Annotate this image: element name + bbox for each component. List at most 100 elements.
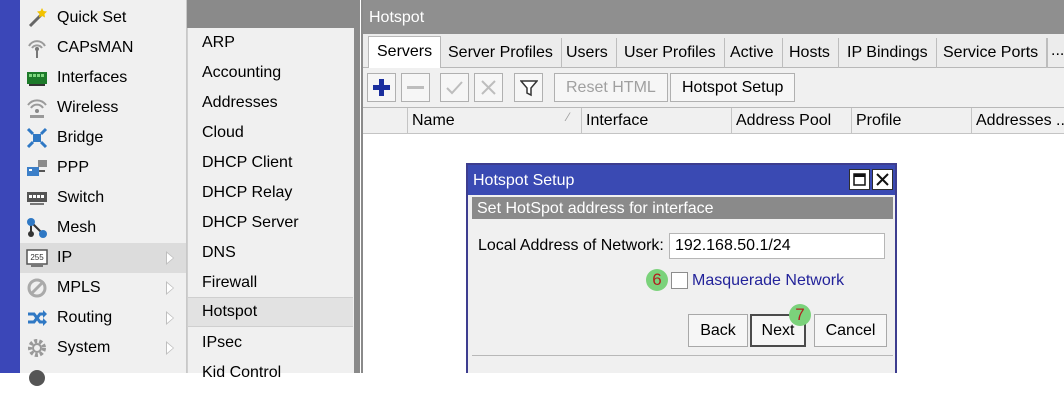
ip-icon: 255	[25, 246, 49, 270]
menu-item-system[interactable]: System	[20, 333, 186, 363]
main-menu: Quick Set CAPsMAN Interfaces Wireless Br…	[20, 0, 187, 386]
tab-users[interactable]: Users	[558, 38, 617, 68]
menu-item-routing[interactable]: Routing	[20, 303, 186, 333]
more-tabs-button[interactable]: ...	[1047, 38, 1064, 68]
column-header-interface[interactable]: Interface	[581, 108, 731, 133]
tab-hosts[interactable]: Hosts	[781, 38, 839, 68]
submenu-item-ipsec[interactable]: IPsec	[188, 328, 353, 358]
hotspot-setup-dialog: Hotspot Setup Set HotSpot address for in…	[466, 163, 897, 373]
magic-wand-icon	[25, 6, 49, 30]
bridge-icon	[25, 126, 49, 150]
menu-item-wireless[interactable]: Wireless	[20, 93, 186, 123]
tab-user-profiles[interactable]: User Profiles	[616, 38, 725, 68]
menu-label: Mesh	[57, 219, 97, 236]
left-strip	[0, 0, 20, 373]
submenu-item-addresses[interactable]: Addresses	[188, 88, 353, 118]
dialog-title[interactable]: Hotspot Setup	[468, 165, 895, 195]
menu-label: MPLS	[57, 279, 101, 296]
ip-submenu: ARP Accounting Addresses Cloud DHCP Clie…	[187, 28, 355, 381]
cancel-button[interactable]: Cancel	[814, 314, 887, 347]
submenu-item-kid-control[interactable]: Kid Control	[188, 358, 353, 388]
local-address-input[interactable]	[669, 233, 885, 259]
svg-text:255: 255	[30, 253, 44, 262]
column-header-addresses[interactable]: Addresses ...	[971, 108, 1064, 133]
table-header: Name ⁄ Interface Address Pool Profile Ad…	[363, 108, 1064, 134]
close-button[interactable]	[872, 169, 893, 190]
remove-button[interactable]	[401, 73, 430, 102]
mpls-icon	[25, 276, 49, 300]
column-header[interactable]	[363, 108, 407, 133]
column-header-profile[interactable]: Profile	[851, 108, 971, 133]
window-title[interactable]: Hotspot	[363, 0, 1064, 34]
menu-item-mpls[interactable]: MPLS	[20, 273, 186, 303]
wireless-icon	[25, 96, 49, 120]
network-card-icon	[25, 66, 49, 90]
masquerade-label[interactable]: Masquerade Network	[692, 272, 844, 290]
menu-label: System	[57, 339, 111, 356]
menu-item-mesh[interactable]: Mesh	[20, 213, 186, 243]
x-icon	[481, 80, 496, 95]
submenu-item-firewall[interactable]: Firewall	[188, 268, 353, 298]
menu-item-ip[interactable]: 255 IP	[20, 243, 186, 273]
submenu-item-accounting[interactable]: Accounting	[188, 58, 353, 88]
hotspot-setup-button[interactable]: Hotspot Setup	[670, 73, 796, 102]
submenu-item-arp[interactable]: ARP	[188, 28, 353, 58]
filter-icon	[519, 79, 538, 96]
menu-item-interfaces[interactable]: Interfaces	[20, 63, 186, 93]
close-icon	[876, 173, 889, 186]
switch-icon	[25, 186, 49, 210]
submenu-item-dhcp-server[interactable]: DHCP Server	[188, 208, 353, 238]
submenu-arrow-icon	[166, 281, 174, 295]
add-button[interactable]	[367, 73, 396, 102]
menu-item-switch[interactable]: Switch	[20, 183, 186, 213]
reset-html-button[interactable]: Reset HTML	[554, 73, 668, 102]
menu-label: Quick Set	[57, 9, 127, 26]
submenu-item-hotspot[interactable]: Hotspot	[188, 297, 353, 327]
menu-label: Interfaces	[57, 69, 128, 86]
back-button[interactable]: Back	[688, 314, 748, 347]
tab-ip-bindings[interactable]: IP Bindings	[839, 38, 937, 68]
menu-label: CAPsMAN	[57, 39, 134, 56]
sort-indicator-icon: ⁄	[567, 110, 570, 124]
tab-service-ports[interactable]: Service Ports	[935, 38, 1048, 68]
menu-label: Bridge	[57, 129, 104, 146]
step-marker-6: 6	[646, 269, 668, 291]
minus-icon	[407, 86, 424, 89]
submenu-item-dhcp-client[interactable]: DHCP Client	[188, 148, 353, 178]
submenu-item-dhcp-relay[interactable]: DHCP Relay	[188, 178, 353, 208]
plus-icon	[373, 79, 390, 96]
menu-label: PPP	[57, 159, 90, 176]
tab-active[interactable]: Active	[722, 38, 783, 68]
menu-label: Wireless	[57, 99, 119, 116]
submenu-top-gap	[187, 0, 360, 28]
menu-label: Switch	[57, 189, 105, 206]
masquerade-checkbox[interactable]	[671, 272, 688, 289]
enable-button[interactable]	[440, 73, 469, 102]
more-tabs-label: ...	[1051, 42, 1064, 59]
section-header: Set HotSpot address for interface	[472, 197, 893, 219]
column-header-address-pool[interactable]: Address Pool	[731, 108, 851, 133]
maximize-button[interactable]	[849, 169, 870, 190]
maximize-icon	[853, 173, 866, 186]
menu-item-ppp[interactable]: PPP	[20, 153, 186, 183]
column-header-name[interactable]: Name	[407, 108, 581, 133]
gear-icon	[25, 336, 49, 360]
menu-item-bridge[interactable]: Bridge	[20, 123, 186, 153]
antenna-icon	[25, 36, 49, 60]
submenu-item-dns[interactable]: DNS	[188, 238, 353, 268]
menu-label: Routing	[57, 309, 113, 326]
queue-icon	[25, 366, 49, 390]
check-icon	[446, 81, 463, 95]
menu-item-quick-set[interactable]: Quick Set	[20, 3, 186, 33]
mesh-icon	[25, 216, 49, 240]
disable-button[interactable]	[474, 73, 503, 102]
toolbar: Reset HTML Hotspot Setup	[363, 68, 1064, 108]
menu-item-capsman[interactable]: CAPsMAN	[20, 33, 186, 63]
tab-server-profiles[interactable]: Server Profiles	[440, 38, 562, 68]
tab-servers[interactable]: Servers	[368, 36, 442, 69]
filter-button[interactable]	[514, 73, 543, 102]
menu-item-partial	[20, 363, 186, 393]
submenu-item-cloud[interactable]: Cloud	[188, 118, 353, 148]
local-address-label: Local Address of Network:	[478, 237, 664, 254]
submenu-arrow-icon	[166, 311, 174, 325]
